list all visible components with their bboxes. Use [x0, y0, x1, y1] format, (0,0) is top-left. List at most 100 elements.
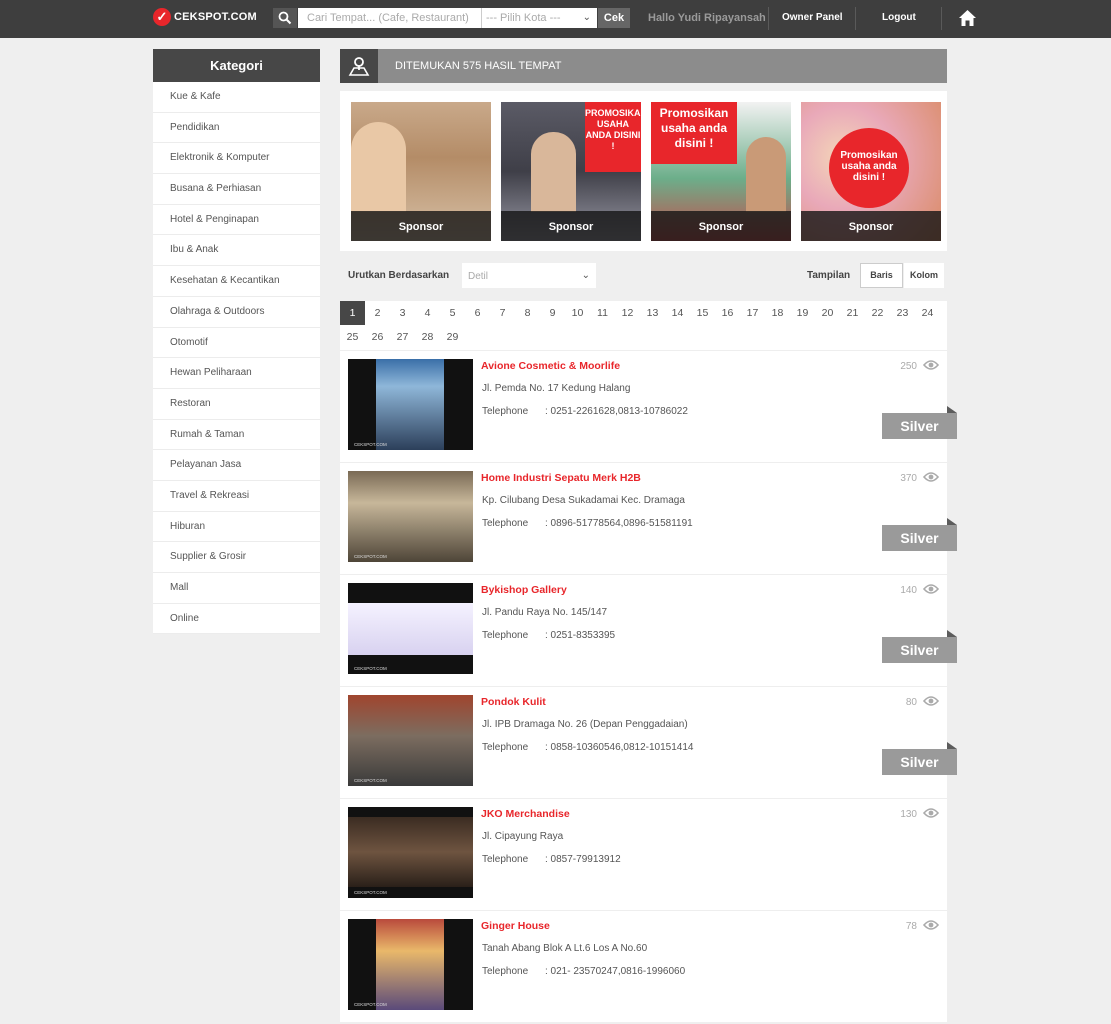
sidebar-item-hiburan[interactable]: Hiburan	[153, 512, 320, 543]
listing-address: Tanah Abang Blok A Lt.6 Los A No.60	[482, 943, 648, 954]
sidebar-item-otomotif[interactable]: Otomotif	[153, 328, 320, 359]
sponsor-card-2[interactable]: PROMOSIKAN USAHA ANDA DISINI ! Sponsor	[501, 102, 641, 241]
sidebar-item-kue-kafe[interactable]: Kue & Kafe	[153, 82, 320, 113]
page-link-26[interactable]: 26	[365, 325, 390, 349]
page-link-14[interactable]: 14	[665, 301, 690, 325]
page-link-10[interactable]: 10	[565, 301, 590, 325]
sidebar-item-rumah-taman[interactable]: Rumah & Taman	[153, 420, 320, 451]
sidebar-title: Kategori	[153, 49, 320, 82]
page-link-21[interactable]: 21	[840, 301, 865, 325]
listing-view-count: 370	[900, 473, 917, 484]
listing-photo	[348, 695, 473, 786]
listing-telephone: : 021- 23570247,0816-1996060	[545, 966, 686, 977]
listing-view-count: 130	[900, 809, 917, 820]
page-link-7[interactable]: 7	[490, 301, 515, 325]
page-link-4[interactable]: 4	[415, 301, 440, 325]
page-link-24[interactable]: 24	[915, 301, 940, 325]
thumb-watermark: CEKSPOT.COM	[354, 442, 387, 447]
page-link-25[interactable]: 25	[340, 325, 365, 349]
page-link-19[interactable]: 19	[790, 301, 815, 325]
listing-address: Jl. Pemda No. 17 Kedung Halang	[482, 383, 631, 394]
home-icon[interactable]	[958, 9, 977, 27]
sidebar-item-hewan[interactable]: Hewan Peliharaan	[153, 358, 320, 389]
page-link-2[interactable]: 2	[365, 301, 390, 325]
page-link-16[interactable]: 16	[715, 301, 740, 325]
listing-name[interactable]: Avione Cosmetic & Moorlife	[481, 360, 620, 372]
listing-view-count: 250	[900, 361, 917, 372]
sidebar-item-pelayanan-jasa[interactable]: Pelayanan Jasa	[153, 450, 320, 481]
listing-name[interactable]: JKO Merchandise	[481, 808, 570, 820]
sidebar-item-hotel[interactable]: Hotel & Penginapan	[153, 205, 320, 236]
sponsor-photo	[531, 132, 576, 212]
page-link-27[interactable]: 27	[390, 325, 415, 349]
view-baris-button[interactable]: Baris	[860, 263, 903, 288]
sponsor-card-4[interactable]: Promosikan usaha anda disini ! Sponsor	[801, 102, 941, 241]
listing-telephone-label: Telephone	[482, 630, 529, 641]
page-link-1[interactable]: 1	[340, 301, 365, 325]
site-logo[interactable]: ✓ CEKSPOT.COM	[153, 8, 257, 26]
page-link-11[interactable]: 11	[590, 301, 615, 325]
owner-panel-link[interactable]: Owner Panel	[782, 12, 843, 23]
listing-thumbnail[interactable]: CEKSPOT.COM	[348, 919, 473, 1010]
sort-select-value: Detil	[468, 271, 489, 282]
listing-name[interactable]: Pondok Kulit	[481, 696, 546, 708]
listing-telephone-label: Telephone	[482, 518, 529, 529]
page-link-17[interactable]: 17	[740, 301, 765, 325]
listing-photo	[348, 817, 473, 887]
sidebar-item-restoran[interactable]: Restoran	[153, 389, 320, 420]
listing-thumbnail[interactable]: CEKSPOT.COM	[348, 359, 473, 450]
page-link-20[interactable]: 20	[815, 301, 840, 325]
sidebar-item-elektronik[interactable]: Elektronik & Komputer	[153, 143, 320, 175]
listing-name[interactable]: Ginger House	[481, 920, 550, 932]
divider	[855, 7, 856, 30]
page-link-3[interactable]: 3	[390, 301, 415, 325]
page-link-18[interactable]: 18	[765, 301, 790, 325]
sidebar-item-pendidikan[interactable]: Pendidikan	[153, 113, 320, 144]
eye-icon	[923, 696, 939, 706]
page-link-12[interactable]: 12	[615, 301, 640, 325]
sponsor-card-3[interactable]: Promosikan usaha anda disini ! Sponsor	[651, 102, 791, 241]
listing-thumbnail[interactable]: CEKSPOT.COM	[348, 807, 473, 898]
membership-badge: Silver	[882, 637, 957, 663]
view-kolom-button[interactable]: Kolom	[904, 263, 944, 288]
page-link-5[interactable]: 5	[440, 301, 465, 325]
page-link-9[interactable]: 9	[540, 301, 565, 325]
listing-telephone: : 0896-51778564,0896-51581191	[545, 518, 693, 529]
listing-photo	[348, 603, 473, 655]
sponsor-card-1[interactable]: Sponsor	[351, 102, 491, 241]
logout-link[interactable]: Logout	[882, 12, 916, 23]
view-label: Tampilan	[807, 270, 851, 281]
listing-thumbnail[interactable]: CEKSPOT.COM	[348, 583, 473, 674]
page-link-22[interactable]: 22	[865, 301, 890, 325]
sidebar-item-kesehatan[interactable]: Kesehatan & Kecantikan	[153, 266, 320, 297]
listing-thumbnail[interactable]: CEKSPOT.COM	[348, 695, 473, 786]
sidebar-item-online[interactable]: Online	[153, 604, 320, 635]
listing-name[interactable]: Home Industri Sepatu Merk H2B	[481, 472, 641, 484]
search-button[interactable]	[273, 8, 297, 28]
pagination: 1 2 3 4 5 6 7 8 9 10 11 12 13 14 15 16 1…	[340, 301, 947, 350]
listing-name[interactable]: Bykishop Gallery	[481, 584, 567, 596]
page-link-13[interactable]: 13	[640, 301, 665, 325]
sidebar-item-supplier[interactable]: Supplier & Grosir	[153, 542, 320, 573]
cek-submit-button[interactable]: Cek	[598, 8, 630, 28]
page-link-15[interactable]: 15	[690, 301, 715, 325]
sidebar-item-ibu-anak[interactable]: Ibu & Anak	[153, 235, 320, 267]
sidebar-item-travel[interactable]: Travel & Rekreasi	[153, 481, 320, 512]
sidebar-item-olahraga[interactable]: Olahraga & Outdoors	[153, 297, 320, 328]
page-link-6[interactable]: 6	[465, 301, 490, 325]
listing-thumbnail[interactable]: CEKSPOT.COM	[348, 471, 473, 562]
sidebar-item-busana[interactable]: Busana & Perhiasan	[153, 174, 320, 205]
page-link-23[interactable]: 23	[890, 301, 915, 325]
eye-icon	[923, 360, 939, 370]
page-link-8[interactable]: 8	[515, 301, 540, 325]
city-select[interactable]: --- Pilih Kota --- ⌄	[481, 8, 597, 28]
page-link-29[interactable]: 29	[440, 325, 465, 349]
sort-select[interactable]: Detil ⌄	[462, 263, 596, 288]
sponsor-caption: Sponsor	[501, 211, 641, 241]
search-icon	[278, 11, 292, 25]
map-pin-icon	[348, 57, 370, 76]
page-link-28[interactable]: 28	[415, 325, 440, 349]
listing-photo	[376, 359, 444, 450]
sidebar-item-mall[interactable]: Mall	[153, 573, 320, 604]
search-input[interactable]	[298, 8, 481, 28]
